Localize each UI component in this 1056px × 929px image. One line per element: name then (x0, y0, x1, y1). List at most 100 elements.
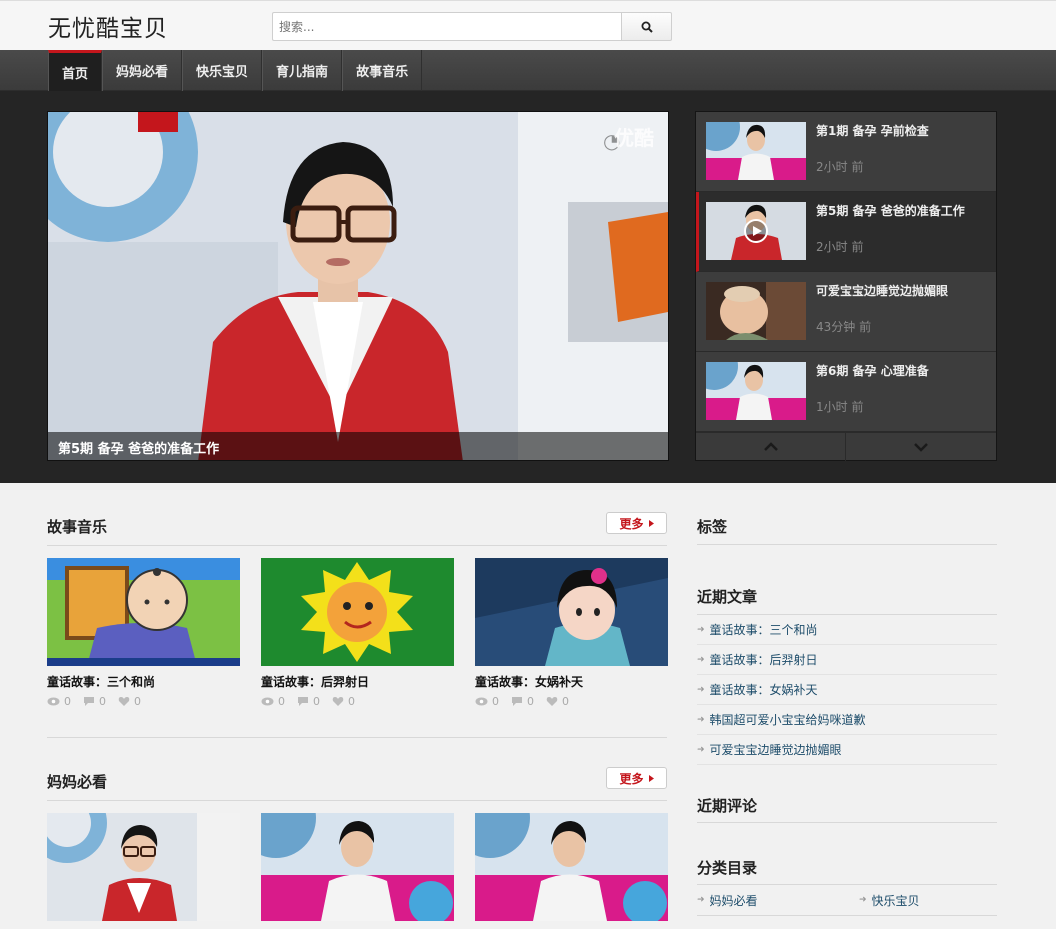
search-button[interactable] (621, 12, 672, 41)
sidebar-recent-comments-title: 近期评论 (697, 797, 758, 815)
arrow-right-icon: ➜ (697, 895, 705, 905)
playlist-item-time: 2小时 前 (816, 240, 864, 254)
comment-icon (298, 697, 308, 706)
video-stats: 0 0 0 (475, 695, 668, 708)
views-count: 0 (278, 695, 285, 708)
arrow-right-icon: ➜ (697, 714, 705, 725)
sidebar-recent-posts-title: 近期文章 (697, 588, 758, 606)
nav-item-happy-baby[interactable]: 快乐宝贝 (182, 50, 263, 91)
more-button[interactable]: 更多 (606, 767, 667, 789)
eye-icon (47, 697, 60, 706)
video-watermark: 优酷 (614, 126, 654, 150)
video-card-title: 童话故事：三个和尚 (47, 675, 156, 689)
caret-right-icon (648, 519, 654, 527)
arrow-right-icon: ➜ (697, 654, 705, 665)
category-label: 快乐宝贝 (871, 893, 920, 908)
recent-post-label: 童话故事：三个和尚 (709, 623, 818, 637)
chevron-down-icon (914, 443, 928, 452)
recent-post-link[interactable]: ➜ 童话故事：三个和尚 (697, 615, 997, 645)
playlist-up-button[interactable] (696, 433, 846, 461)
comment-icon (84, 697, 94, 706)
recent-post-label: 可爱宝宝边睡觉边抛媚眼 (709, 743, 842, 757)
heart-icon (332, 697, 344, 706)
eye-icon (261, 697, 274, 706)
likes-count: 0 (348, 695, 355, 708)
video-caption: 第5期 备孕 爸爸的准备工作 (48, 432, 668, 460)
category-link[interactable]: ➜ 快乐宝贝 (859, 885, 920, 915)
recent-post-label: 童话故事：女娲补天 (709, 683, 818, 697)
likes-count: 0 (562, 695, 569, 708)
section-title-moms-must-see: 妈妈必看 (47, 773, 108, 791)
playlist-controls (696, 432, 996, 461)
playlist-item[interactable]: 第1期 备孕 孕前检查 2小时 前 (696, 112, 996, 192)
site-logo[interactable]: 无忧酷宝贝 (48, 9, 168, 43)
main-nav: 首页 妈妈必看 快乐宝贝 育儿指南 故事音乐 (0, 50, 1056, 91)
video-card-title: 童话故事：女娲补天 (475, 675, 584, 689)
arrow-right-icon: ➜ (697, 744, 705, 755)
video-stats: 0 0 0 (47, 695, 240, 708)
playlist-item-active[interactable]: 第5期 备孕 爸爸的准备工作 2小时 前 (696, 192, 996, 272)
video-thumb (47, 813, 240, 921)
hero-section: ◔ 优酷 第5期 备孕 爸爸的准备工作 第1期 备孕 孕前检查 2小时 前 第5… (0, 91, 1056, 483)
playlist-item-title: 第1期 备孕 孕前检查 (816, 124, 929, 138)
eye-icon (475, 697, 488, 706)
sidebar-categories-title: 分类目录 (697, 859, 758, 877)
video-card-title: 童话故事：后羿射日 (261, 675, 370, 689)
video-card[interactable]: 童话故事：后羿射日 0 0 0 (261, 558, 454, 708)
recent-post-label: 韩国超可爱小宝宝给妈咪道歉 (709, 713, 866, 727)
header: 无忧酷宝贝 (0, 0, 1056, 50)
arrow-right-icon: ➜ (859, 895, 867, 905)
caret-right-icon (648, 774, 654, 782)
playlist-item-time: 2小时 前 (816, 160, 864, 174)
video-thumb (261, 558, 454, 666)
comments-count: 0 (313, 695, 320, 708)
video-thumb (47, 558, 240, 666)
recent-post-link[interactable]: ➜ 童话故事：女娲补天 (697, 675, 997, 705)
sidebar-divider (697, 915, 997, 916)
likes-count: 0 (134, 695, 141, 708)
nav-item-home[interactable]: 首页 (48, 50, 103, 91)
play-icon (744, 219, 768, 243)
video-card[interactable] (261, 813, 454, 921)
arrow-right-icon: ➜ (697, 624, 705, 635)
video-frame-image: ◔ (48, 112, 668, 460)
sidebar-divider (697, 544, 997, 545)
recent-post-link[interactable]: ➜ 童话故事：后羿射日 (697, 645, 997, 675)
video-player[interactable]: ◔ 优酷 第5期 备孕 爸爸的准备工作 (47, 111, 669, 461)
playlist-item[interactable]: 可爱宝宝边睡觉边抛媚眼 43分钟 前 (696, 272, 996, 352)
sidebar-divider (697, 822, 997, 823)
comment-icon (512, 697, 522, 706)
playlist-item-title: 第5期 备孕 爸爸的准备工作 (816, 204, 965, 218)
category-label: 妈妈必看 (709, 893, 758, 908)
comments-count: 0 (527, 695, 534, 708)
playlist-item[interactable]: 第6期 备孕 心理准备 1小时 前 (696, 352, 996, 432)
nav-item-parenting-guide[interactable]: 育儿指南 (262, 50, 343, 91)
arrow-right-icon: ➜ (697, 684, 705, 695)
recent-post-link[interactable]: ➜ 韩国超可爱小宝宝给妈咪道歉 (697, 705, 997, 735)
nav-item-story-music[interactable]: 故事音乐 (342, 50, 423, 91)
video-card[interactable] (47, 813, 240, 921)
more-button[interactable]: 更多 (606, 512, 667, 534)
recent-post-link[interactable]: ➜ 可爱宝宝边睡觉边抛媚眼 (697, 735, 997, 765)
video-card[interactable]: 童话故事：三个和尚 0 0 0 (47, 558, 240, 708)
section-divider (47, 800, 667, 801)
playlist: 第1期 备孕 孕前检查 2小时 前 第5期 备孕 爸爸的准备工作 2小时 前 可… (695, 111, 997, 461)
more-label: 更多 (619, 516, 644, 531)
heart-icon (118, 697, 130, 706)
chevron-up-icon (763, 442, 778, 451)
search-icon (641, 21, 653, 33)
playlist-down-button[interactable] (846, 433, 996, 461)
playlist-item-time: 1小时 前 (816, 400, 864, 414)
section-divider (47, 737, 667, 738)
section-divider (47, 545, 667, 546)
video-card[interactable] (475, 813, 668, 921)
heart-icon (546, 697, 558, 706)
video-thumb (475, 813, 668, 921)
category-link[interactable]: ➜ 妈妈必看 (697, 885, 758, 915)
video-card[interactable]: 童话故事：女娲补天 0 0 0 (475, 558, 668, 708)
playlist-item-title: 可爱宝宝边睡觉边抛媚眼 (816, 284, 949, 298)
nav-item-moms-must-see[interactable]: 妈妈必看 (102, 50, 183, 91)
search-form (272, 12, 672, 41)
playlist-thumb (706, 362, 806, 420)
search-input[interactable] (272, 12, 621, 41)
